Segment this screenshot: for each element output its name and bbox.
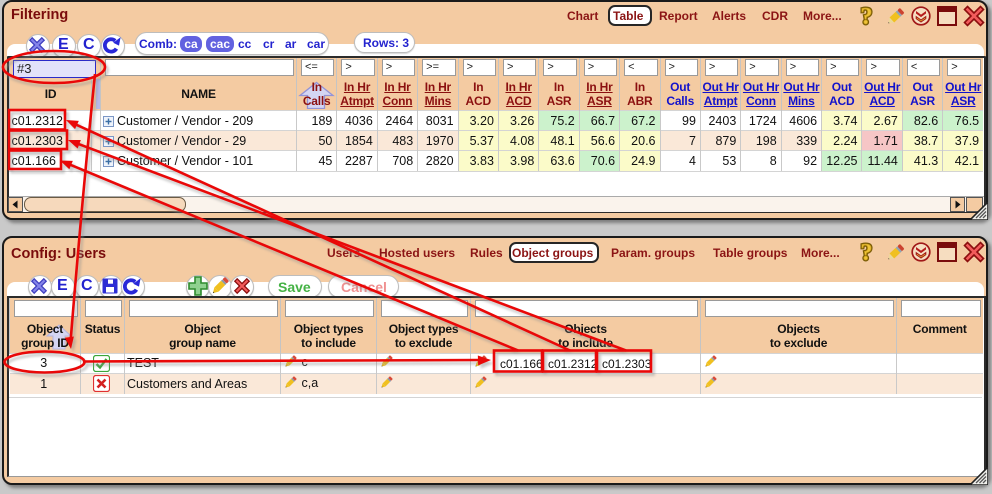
svg-text:?: ? (861, 4, 873, 29)
svg-text:?: ? (861, 240, 873, 265)
